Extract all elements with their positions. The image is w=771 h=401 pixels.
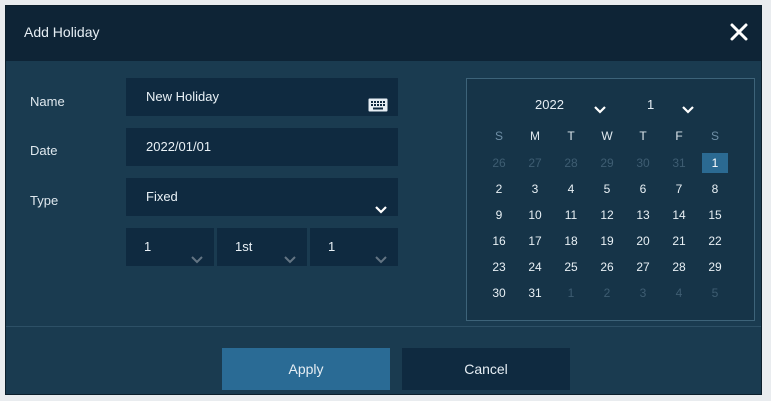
calendar-day[interactable]: 10: [522, 205, 548, 225]
calendar-day[interactable]: 11: [558, 205, 584, 225]
calendar-day-outside: 3: [639, 286, 647, 300]
type-select-value: Fixed: [146, 189, 178, 204]
month-sub-select[interactable]: 1: [126, 228, 214, 266]
calendar-day[interactable]: 24: [522, 257, 548, 277]
add-holiday-dialog: Add Holiday Name New Holiday Date 2022/0…: [6, 6, 761, 394]
day-sub-select[interactable]: 1: [310, 228, 398, 266]
year-select[interactable]: 2022: [535, 97, 564, 112]
calendar-day-outside: 27: [528, 156, 542, 170]
dialog-titlebar: Add Holiday: [6, 6, 761, 61]
name-label: Name: [30, 94, 65, 109]
chevron-down-icon[interactable]: [593, 102, 607, 120]
chevron-down-icon[interactable]: [681, 102, 695, 120]
calendar-day[interactable]: 14: [666, 205, 692, 225]
calendar-day[interactable]: 26: [594, 257, 620, 277]
weekday-label: S: [710, 129, 719, 143]
week-sub-select[interactable]: 1st: [217, 228, 307, 266]
dialog-title: Add Holiday: [24, 24, 100, 40]
calendar-day[interactable]: 4: [558, 179, 584, 199]
weekday-label: T: [567, 129, 575, 143]
close-icon[interactable]: [727, 20, 751, 44]
calendar-day[interactable]: 21: [666, 231, 692, 251]
chevron-down-icon: [283, 242, 297, 264]
calendar-day[interactable]: 22: [702, 231, 728, 251]
calendar-day[interactable]: 17: [522, 231, 548, 251]
chevron-down-icon: [374, 192, 388, 214]
calendar-day-outside: 5: [711, 286, 719, 300]
calendar-day-outside: 4: [675, 286, 683, 300]
calendar-day[interactable]: 9: [486, 205, 512, 225]
calendar-day[interactable]: 16: [486, 231, 512, 251]
keyboard-icon[interactable]: [368, 89, 388, 112]
calendar-panel: 2022 1 S M T W T F S 26 27 28 29 30 31 1 2 3 4 5 6 7…: [466, 78, 755, 321]
day-sub-value: 1: [328, 239, 336, 254]
calendar-day[interactable]: 1: [702, 153, 728, 173]
footer-divider: [6, 326, 761, 327]
week-sub-value: 1st: [235, 239, 253, 254]
calendar-day-outside: 29: [600, 156, 614, 170]
date-field[interactable]: 2022/01/01: [126, 128, 398, 166]
chevron-down-icon: [374, 242, 388, 264]
calendar-day-outside: 30: [636, 156, 650, 170]
calendar-day[interactable]: 30: [486, 283, 512, 303]
calendar-day[interactable]: 5: [594, 179, 620, 199]
calendar-day[interactable]: 31: [522, 283, 548, 303]
calendar-day[interactable]: 2: [486, 179, 512, 199]
calendar-day[interactable]: 28: [666, 257, 692, 277]
calendar-day[interactable]: 20: [630, 231, 656, 251]
type-label: Type: [30, 193, 59, 208]
name-field-value: New Holiday: [146, 89, 219, 104]
weekday-label: M: [530, 129, 540, 143]
type-select[interactable]: Fixed: [126, 178, 398, 216]
calendar-day[interactable]: 25: [558, 257, 584, 277]
calendar-day[interactable]: 12: [594, 205, 620, 225]
calendar-day[interactable]: 23: [486, 257, 512, 277]
date-label: Date: [30, 143, 58, 158]
weekday-label: W: [601, 129, 613, 143]
date-field-value: 2022/01/01: [146, 139, 212, 154]
calendar-day-outside: 2: [603, 286, 611, 300]
calendar-day[interactable]: 3: [522, 179, 548, 199]
calendar-day[interactable]: 27: [630, 257, 656, 277]
calendar-day[interactable]: 29: [702, 257, 728, 277]
calendar-day[interactable]: 6: [630, 179, 656, 199]
month-select[interactable]: 1: [647, 97, 654, 112]
calendar-day[interactable]: 7: [666, 179, 692, 199]
calendar-day[interactable]: 15: [702, 205, 728, 225]
weekday-label: T: [639, 129, 647, 143]
calendar-day-outside: 26: [492, 156, 506, 170]
weekday-label: F: [675, 129, 683, 143]
apply-button[interactable]: Apply: [222, 348, 390, 390]
weekday-label: S: [494, 129, 503, 143]
calendar-day[interactable]: 13: [630, 205, 656, 225]
month-value: 1: [647, 97, 655, 112]
calendar-day-outside: 28: [564, 156, 578, 170]
calendar-day-outside: 31: [672, 156, 686, 170]
calendar-day[interactable]: 8: [702, 179, 728, 199]
chevron-down-icon: [190, 242, 204, 264]
calendar-day[interactable]: 18: [558, 231, 584, 251]
calendar-day[interactable]: 19: [594, 231, 620, 251]
month-sub-value: 1: [144, 239, 152, 254]
year-value: 2022: [535, 97, 564, 112]
name-field[interactable]: New Holiday: [126, 78, 398, 116]
cancel-button[interactable]: Cancel: [402, 348, 570, 390]
calendar-day-outside: 1: [567, 286, 575, 300]
